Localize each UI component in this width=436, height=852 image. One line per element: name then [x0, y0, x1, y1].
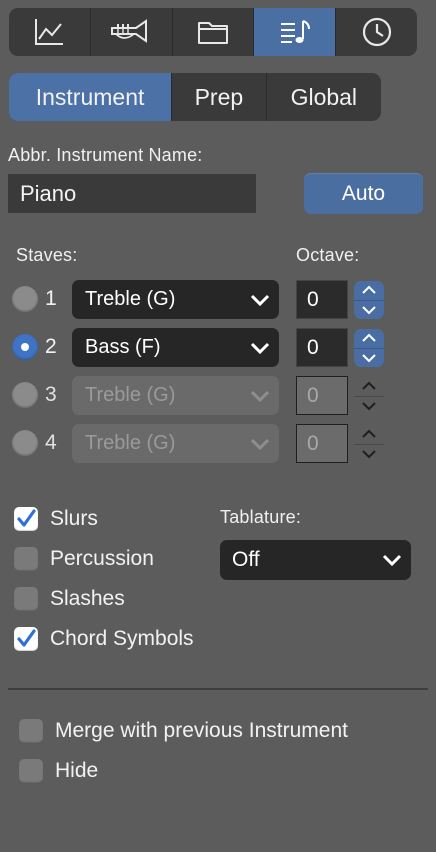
merge-checkbox[interactable] [19, 719, 43, 743]
stave-1-octave-up[interactable] [354, 281, 384, 301]
stave-1-clef-value: Treble (G) [85, 288, 176, 310]
tablature-select[interactable]: Off [220, 540, 411, 580]
chevron-down-icon [250, 390, 270, 402]
auto-button[interactable]: Auto [304, 173, 423, 214]
instrument-name-label: Abbr. Instrument Name: [8, 145, 203, 165]
folder-icon [197, 22, 228, 44]
chevron-down-icon [250, 342, 270, 354]
chord-symbols-label: Chord Symbols [50, 627, 194, 650]
chevron-up-icon [362, 429, 376, 438]
chevron-up-icon [362, 285, 376, 294]
hide-checkbox[interactable] [19, 759, 43, 783]
stave-4-octave-down[interactable] [354, 445, 384, 464]
graph-tool-button[interactable] [9, 8, 91, 56]
stave-4-octave-field[interactable]: 0 [296, 424, 348, 463]
stave-1-number: 1 [45, 287, 57, 310]
checkmark-icon [17, 509, 36, 527]
stave-3-octave-field[interactable]: 0 [296, 376, 348, 415]
top-toolbar [9, 8, 417, 56]
stave-2-number: 2 [45, 335, 57, 358]
trumpet-icon [111, 19, 148, 43]
merge-option[interactable]: Merge with previous Instrument [19, 719, 348, 743]
stave-1-radio[interactable] [12, 286, 38, 312]
stave-2-octave-down[interactable] [354, 349, 384, 368]
chevron-down-icon [362, 450, 376, 459]
tab-prep[interactable]: Prep [172, 73, 267, 121]
stave-2-octave-stepper[interactable] [354, 329, 384, 367]
stave-3-clef-select[interactable]: Treble (G) [72, 376, 279, 415]
score-settings-icon [280, 20, 310, 43]
chevron-down-icon [250, 438, 270, 450]
stave-1-octave-down[interactable] [354, 301, 384, 320]
chevron-up-icon [362, 333, 376, 342]
stave-2-octave-up[interactable] [354, 329, 384, 349]
chord-symbols-checkbox[interactable] [14, 627, 38, 651]
checkmark-icon [17, 629, 36, 647]
stave-4-radio[interactable] [12, 430, 38, 456]
stave-2-radio[interactable] [12, 334, 38, 360]
stave-3-number: 3 [45, 383, 57, 406]
score-settings-tool-button[interactable] [254, 8, 337, 56]
slashes-label: Slashes [50, 587, 125, 610]
stave-1-octave-field[interactable]: 0 [296, 280, 348, 319]
clock-icon [362, 17, 391, 47]
instrument-tool-button[interactable] [91, 8, 173, 56]
stave-1-clef-select[interactable]: Treble (G) [72, 280, 279, 319]
slashes-checkbox[interactable] [14, 587, 38, 611]
slurs-option[interactable]: Slurs [14, 507, 98, 531]
stave-3-radio[interactable] [12, 382, 38, 408]
chevron-down-icon [362, 354, 376, 363]
tablature-value: Off [232, 548, 260, 571]
instrument-name-field[interactable]: Piano [8, 174, 256, 213]
percussion-checkbox[interactable] [14, 547, 38, 571]
stave-2-octave-field[interactable]: 0 [296, 328, 348, 367]
stave-4-octave-up[interactable] [354, 425, 384, 445]
slurs-checkbox[interactable] [14, 507, 38, 531]
tab-global[interactable]: Global [267, 73, 381, 121]
section-divider [8, 688, 428, 690]
hide-label: Hide [55, 759, 99, 782]
chord-symbols-option[interactable]: Chord Symbols [14, 627, 194, 651]
tab-instrument[interactable]: Instrument [9, 73, 173, 121]
stave-3-octave-stepper[interactable] [354, 377, 384, 415]
stave-1-octave-stepper[interactable] [354, 281, 384, 319]
percussion-option[interactable]: Percussion [14, 547, 154, 571]
stave-2-clef-select[interactable]: Bass (F) [72, 328, 279, 367]
percussion-label: Percussion [50, 547, 154, 570]
stave-2-clef-value: Bass (F) [85, 336, 161, 358]
staves-label: Staves: [16, 245, 78, 265]
hide-option[interactable]: Hide [19, 759, 98, 783]
chevron-down-icon [362, 306, 376, 315]
folder-tool-button[interactable] [173, 8, 255, 56]
tablature-label: Tablature: [220, 507, 302, 527]
graph-icon [35, 19, 64, 45]
slashes-option[interactable]: Slashes [14, 587, 125, 611]
chevron-down-icon [250, 294, 270, 306]
stave-3-clef-value: Treble (G) [85, 384, 176, 406]
chevron-down-icon [362, 402, 376, 411]
stave-3-octave-down[interactable] [354, 397, 384, 416]
history-tool-button[interactable] [336, 8, 417, 56]
stave-4-octave-stepper[interactable] [354, 425, 384, 463]
merge-label: Merge with previous Instrument [55, 719, 348, 742]
octave-label: Octave: [296, 245, 360, 265]
chevron-down-icon [382, 554, 402, 567]
stave-4-number: 4 [45, 431, 57, 454]
chevron-up-icon [362, 381, 376, 390]
stave-4-clef-select[interactable]: Treble (G) [72, 424, 279, 463]
stave-4-clef-value: Treble (G) [85, 432, 176, 454]
tab-bar: Instrument Prep Global [9, 73, 381, 121]
slurs-label: Slurs [50, 507, 98, 530]
stave-3-octave-up[interactable] [354, 377, 384, 397]
